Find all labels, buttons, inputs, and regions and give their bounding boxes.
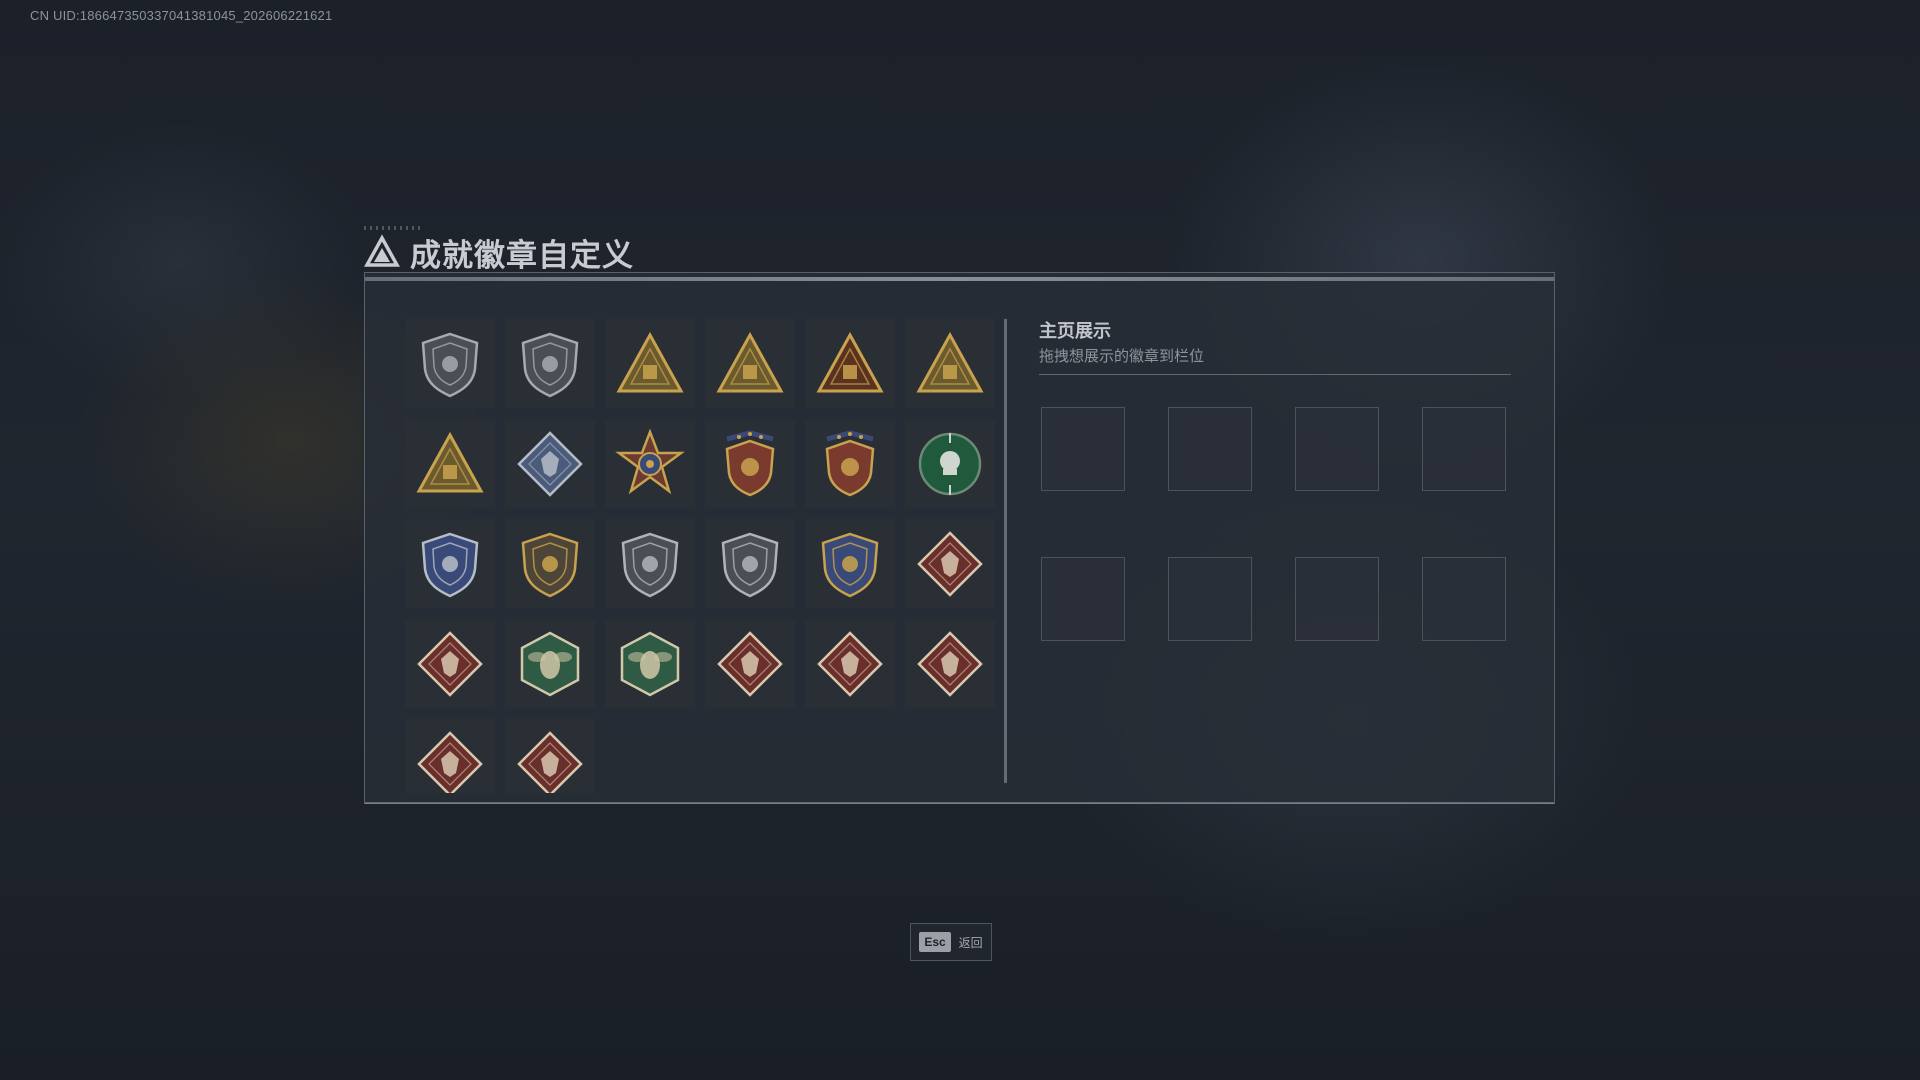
badge-starred-crest-icon xyxy=(715,429,785,499)
badge-slot[interactable] xyxy=(605,419,695,508)
badge-slot[interactable] xyxy=(405,619,495,708)
showcase-slot[interactable] xyxy=(1168,557,1252,641)
badge-slot[interactable] xyxy=(405,419,495,508)
badge-slot[interactable] xyxy=(905,519,995,608)
badge-slot[interactable] xyxy=(505,619,595,708)
scrollbar[interactable] xyxy=(1004,319,1007,783)
badge-slot[interactable] xyxy=(905,619,995,708)
badge-triangle-fortress-icon xyxy=(615,329,685,399)
badge-slot[interactable] xyxy=(505,419,595,508)
badge-starred-crest-red-icon xyxy=(815,429,885,499)
showcase-title: 主页展示 xyxy=(1039,321,1111,341)
badge-slot[interactable] xyxy=(805,519,895,608)
badge-slot[interactable] xyxy=(505,519,595,608)
badge-slot[interactable] xyxy=(505,719,595,793)
badge-slot[interactable] xyxy=(405,519,495,608)
esc-key: Esc xyxy=(919,932,951,952)
badge-slot[interactable] xyxy=(905,419,995,508)
badge-slot[interactable] xyxy=(605,619,695,708)
badge-rifle-shield-icon xyxy=(515,529,585,599)
panel-bottom-line xyxy=(365,802,1554,804)
badge-diamond-wolf-2-icon xyxy=(415,629,485,699)
badge-hex-wasp-2-icon xyxy=(615,629,685,699)
badge-slot[interactable] xyxy=(605,519,695,608)
badge-triangle-crate-icon xyxy=(715,329,785,399)
showcase-divider xyxy=(1039,374,1511,375)
triangle-logo-icon xyxy=(364,234,400,270)
badge-shield-triangle-icon xyxy=(415,329,485,399)
showcase-slot[interactable] xyxy=(1041,557,1125,641)
badge-diamond-rifles-icon xyxy=(515,729,585,793)
back-button[interactable]: Esc 返回 xyxy=(910,923,992,961)
badge-slot[interactable] xyxy=(805,619,895,708)
badge-sniper-shield-icon xyxy=(615,529,685,599)
badge-slot[interactable] xyxy=(405,319,495,408)
badge-diamond-runner-icon xyxy=(915,629,985,699)
badge-slot[interactable] xyxy=(905,319,995,408)
badge-hex-wasp-icon xyxy=(515,629,585,699)
dialog-header: 成就徽章自定义 xyxy=(364,226,634,274)
back-label: 返回 xyxy=(958,935,983,950)
title-decoration xyxy=(364,226,420,230)
showcase-slot[interactable] xyxy=(1295,557,1379,641)
uid-label: CN UID:186647350337041381045_20260622162… xyxy=(30,8,333,23)
showcase-slot[interactable] xyxy=(1041,407,1125,491)
badge-diamond-dragon-icon xyxy=(715,629,785,699)
badge-slot[interactable] xyxy=(705,319,795,408)
badge-gold-crosshair-shield-icon xyxy=(815,529,885,599)
badge-slot[interactable] xyxy=(705,619,795,708)
badge-diamond-dragon-2-icon xyxy=(815,629,885,699)
showcase-subtitle: 拖拽想展示的徽章到栏位 xyxy=(1039,348,1205,365)
badge-slot[interactable] xyxy=(605,319,695,408)
badge-triangle-number-one-icon xyxy=(815,329,885,399)
badge-slot[interactable] xyxy=(805,419,895,508)
badge-slot[interactable] xyxy=(405,719,495,793)
badge-slot[interactable] xyxy=(705,419,795,508)
showcase-slot[interactable] xyxy=(1295,407,1379,491)
showcase-slot[interactable] xyxy=(1422,407,1506,491)
badge-slot[interactable] xyxy=(505,319,595,408)
badge-customization-panel: 主页展示 拖拽想展示的徽章到栏位 xyxy=(364,272,1555,804)
badge-slot[interactable] xyxy=(705,519,795,608)
badge-diamond-wolf-icon xyxy=(915,529,985,599)
badge-star-medal-icon xyxy=(615,428,685,499)
badge-diamond-fist-icon xyxy=(415,729,485,793)
badge-grid[interactable] xyxy=(405,319,1005,793)
badge-diamond-crate-icon xyxy=(515,429,585,499)
badge-helicopter-shield-icon xyxy=(515,329,585,399)
showcase-slot[interactable] xyxy=(1168,407,1252,491)
badge-triangle-soldier-icon xyxy=(415,429,485,499)
badge-triangle-emblem-icon xyxy=(915,329,985,399)
showcase-slot[interactable] xyxy=(1422,557,1506,641)
badge-green-skull-icon xyxy=(915,429,985,499)
badge-pistol-shield-icon xyxy=(715,529,785,599)
badge-blue-crosshair-shield-icon xyxy=(415,529,485,599)
badge-slot[interactable] xyxy=(805,319,895,408)
panel-top-bar xyxy=(365,277,1554,281)
dialog-title: 成就徽章自定义 xyxy=(410,237,634,273)
